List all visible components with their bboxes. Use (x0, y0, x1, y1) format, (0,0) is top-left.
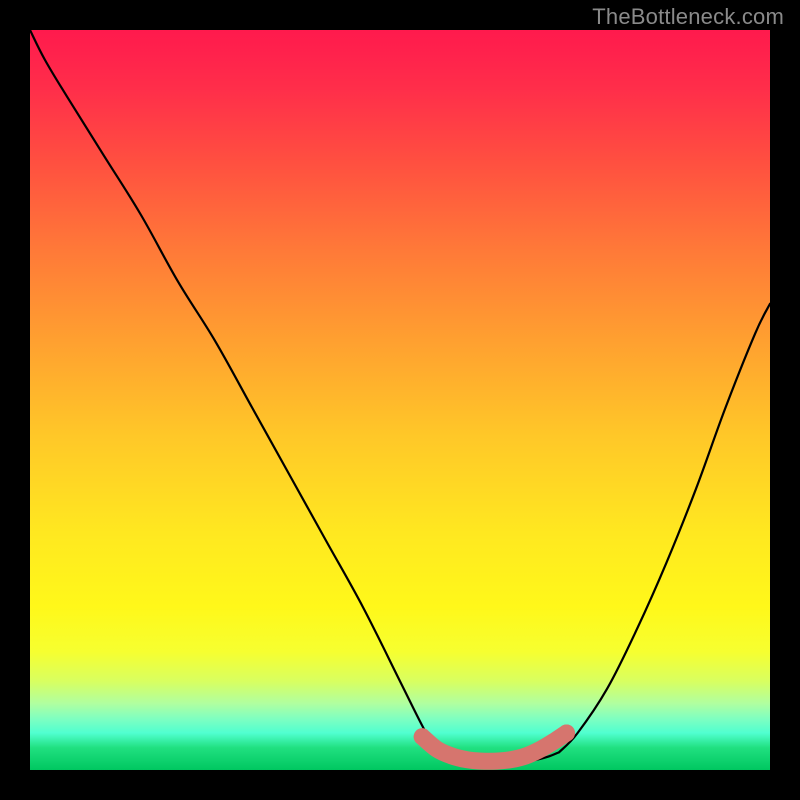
highlight-dot-right (558, 725, 575, 742)
chart-svg (30, 30, 770, 770)
curve-left (30, 30, 448, 757)
curve-right (559, 304, 770, 752)
chart-frame: TheBottleneck.com (0, 0, 800, 800)
highlight-dot-left (414, 728, 431, 745)
watermark-text: TheBottleneck.com (592, 4, 784, 30)
